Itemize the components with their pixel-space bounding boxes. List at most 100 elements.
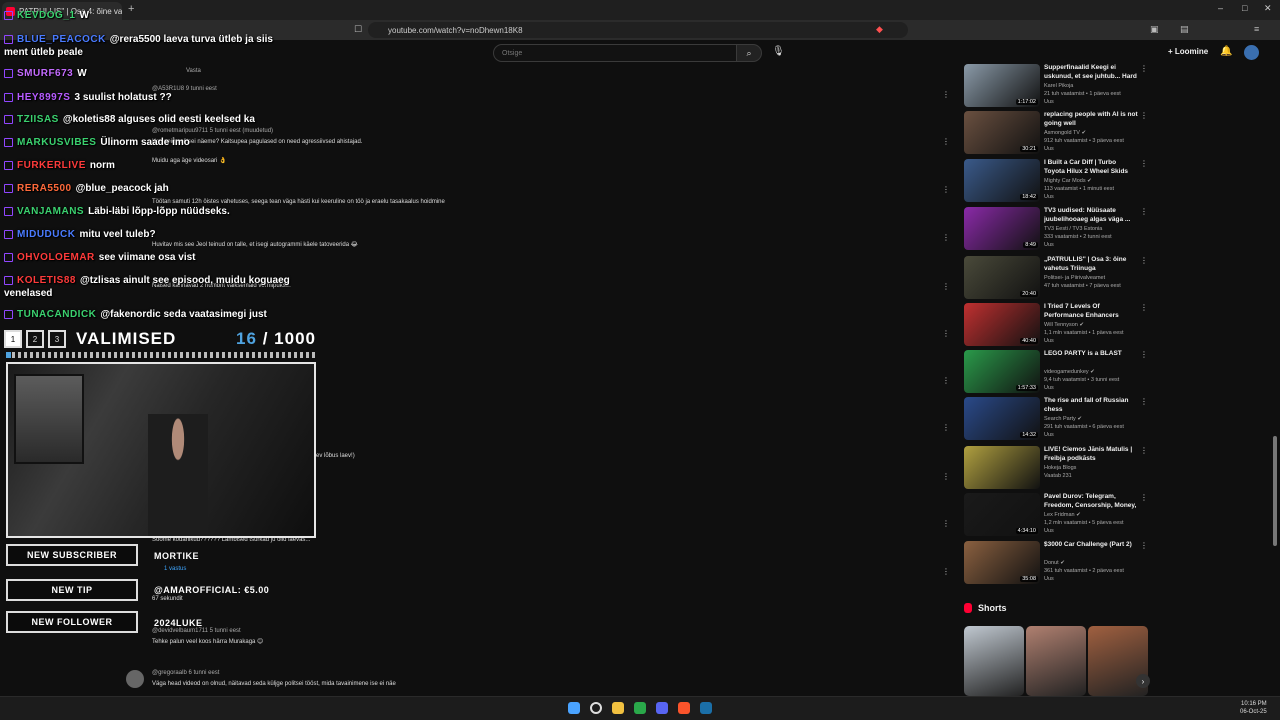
video-title[interactable]: TV3 uudised: Nüüsaate juubelihooaeg alga… bbox=[1044, 207, 1138, 224]
more-options-icon[interactable]: ⋮ bbox=[1140, 446, 1148, 455]
video-channel[interactable]: Search Party ✔ bbox=[1044, 416, 1082, 422]
video-card[interactable]: 35:08 $3000 Car Challenge (Part 2) Donut ✔… bbox=[964, 541, 1150, 585]
video-card[interactable]: 20:40 „PATRULLIS" | Osa 3: öine vahetus T… bbox=[964, 256, 1150, 300]
video-channel[interactable]: Politsei- ja Piirivalveamet bbox=[1044, 275, 1105, 281]
search-input[interactable]: Otsige bbox=[493, 44, 737, 62]
video-thumbnail[interactable]: 14:32 bbox=[964, 397, 1040, 440]
video-thumbnail[interactable]: 8:49 bbox=[964, 207, 1040, 250]
close-window-button[interactable]: ✕ bbox=[1264, 3, 1272, 14]
video-card[interactable]: 4:34:10 Pavel Durov: Telegram, Freedom, C… bbox=[964, 493, 1150, 537]
video-thumbnail[interactable]: 35:08 bbox=[964, 541, 1040, 584]
video-channel[interactable]: videogamedunkey ✔ bbox=[1044, 369, 1095, 375]
video-thumbnail[interactable]: 40:40 bbox=[964, 303, 1040, 346]
video-title[interactable]: I Tried 7 Levels Of Performance Enhancer… bbox=[1044, 303, 1138, 320]
comment-options-icon[interactable]: ⋮ bbox=[942, 185, 950, 194]
video-channel[interactable]: Will Tennyson ✔ bbox=[1044, 322, 1084, 328]
video-thumbnail[interactable]: 1:17:02 bbox=[964, 64, 1040, 107]
video-card[interactable]: 14:32 The rise and fall of Russian chess S… bbox=[964, 397, 1150, 441]
video-duration: 18:42 bbox=[1020, 194, 1038, 200]
windows-start-icon[interactable] bbox=[568, 702, 580, 714]
video-thumbnail[interactable]: 4:34:10 bbox=[964, 493, 1040, 536]
video-card[interactable]: 8:49 TV3 uudised: Nüüsaate juubelihooaeg … bbox=[964, 207, 1150, 251]
search-button[interactable]: ⌕ bbox=[736, 44, 762, 62]
video-title[interactable]: replacing people with AI is not going we… bbox=[1044, 111, 1138, 128]
more-options-icon[interactable]: ⋮ bbox=[1140, 159, 1148, 168]
more-options-icon[interactable]: ⋮ bbox=[1140, 493, 1148, 502]
chat-text: 3 suulist holatust ?? bbox=[74, 91, 172, 103]
video-card[interactable]: 18:42 I Built a Car Diff | Turbo Toyota H… bbox=[964, 159, 1150, 203]
bookmark-icon[interactable]: ☐ bbox=[354, 24, 362, 35]
notifications-icon[interactable]: 🔔 bbox=[1220, 46, 1232, 57]
comment-options-icon[interactable]: ⋮ bbox=[942, 376, 950, 385]
video-card[interactable]: 1:17:02 Supperfinaalid Keegi ei uskunud, … bbox=[964, 64, 1150, 108]
brave-shield-icon[interactable]: ◆ bbox=[876, 24, 883, 35]
video-title[interactable]: Pavel Durov: Telegram, Freedom, Censorsh… bbox=[1044, 493, 1138, 510]
discord-icon[interactable] bbox=[656, 702, 668, 714]
video-thumbnail[interactable]: 18:42 bbox=[964, 159, 1040, 202]
video-card[interactable]: LIVE! Ciemos Jānis Matulis | Freibja pod… bbox=[964, 446, 1150, 490]
video-title[interactable]: I Built a Car Diff | Turbo Toyota Hilux … bbox=[1044, 159, 1138, 176]
comment-options-icon[interactable]: ⋮ bbox=[942, 519, 950, 528]
video-thumbnail[interactable]: 1:57:33 bbox=[964, 350, 1040, 393]
video-card[interactable]: 40:40 I Tried 7 Levels Of Performance Enh… bbox=[964, 303, 1150, 347]
more-options-icon[interactable]: ⋮ bbox=[1140, 111, 1148, 120]
sidebar-toggle-icon[interactable]: ▤ bbox=[1180, 24, 1189, 35]
video-channel[interactable]: Karel Pikoja bbox=[1044, 83, 1073, 89]
create-button[interactable]: + Loomine bbox=[1168, 47, 1208, 56]
maximize-button[interactable]: □ bbox=[1242, 3, 1247, 13]
video-thumbnail[interactable]: 20:40 bbox=[964, 256, 1040, 299]
more-options-icon[interactable]: ⋮ bbox=[1140, 397, 1148, 406]
comment-reply[interactable]: Vasta bbox=[186, 68, 201, 74]
video-title[interactable]: LEGO PARTY is a BLAST bbox=[1044, 350, 1138, 359]
minimize-button[interactable]: – bbox=[1218, 3, 1223, 13]
video-thumbnail[interactable] bbox=[964, 446, 1040, 489]
comment-options-icon[interactable]: ⋮ bbox=[942, 567, 950, 576]
video-channel[interactable]: Lex Fridman ✔ bbox=[1044, 512, 1081, 518]
comment-options-icon[interactable]: ⋮ bbox=[942, 423, 950, 432]
video-channel[interactable]: Mighty Car Mods ✔ bbox=[1044, 178, 1092, 184]
comment-options-icon[interactable]: ⋮ bbox=[942, 472, 950, 481]
file-explorer-icon[interactable] bbox=[612, 702, 624, 714]
scrollbar[interactable] bbox=[1273, 436, 1277, 546]
avatar[interactable] bbox=[1244, 45, 1259, 60]
extensions-icon[interactable]: ▣ bbox=[1150, 24, 1159, 35]
comment-options-icon[interactable]: ⋮ bbox=[942, 137, 950, 146]
short-thumbnail[interactable] bbox=[964, 626, 1024, 696]
short-thumbnail[interactable] bbox=[1026, 626, 1086, 696]
video-channel[interactable]: Donut ✔ bbox=[1044, 560, 1065, 566]
video-title[interactable]: $3000 Car Challenge (Part 2) bbox=[1044, 541, 1138, 550]
search-icon[interactable] bbox=[590, 702, 602, 714]
more-options-icon[interactable]: ⋮ bbox=[1140, 207, 1148, 216]
more-options-icon[interactable]: ⋮ bbox=[1140, 256, 1148, 265]
video-title[interactable]: „PATRULLIS" | Osa 3: öine vahetus Triinu… bbox=[1044, 256, 1138, 273]
new-tab-button[interactable]: + bbox=[128, 3, 134, 15]
more-options-icon[interactable]: ⋮ bbox=[1140, 350, 1148, 359]
video-thumbnail[interactable]: 30:21 bbox=[964, 111, 1040, 154]
video-card[interactable]: 30:21 replacing people with AI is not goi… bbox=[964, 111, 1150, 155]
video-title[interactable]: LIVE! Ciemos Jānis Matulis | Freibja pod… bbox=[1044, 446, 1138, 463]
video-channel[interactable]: Hokeja Blogs bbox=[1044, 465, 1076, 471]
video-title[interactable]: Supperfinaalid Keegi ei uskunud, et see … bbox=[1044, 64, 1138, 81]
replies-toggle[interactable]: 1 vastus bbox=[164, 566, 186, 572]
app-icon[interactable] bbox=[634, 702, 646, 714]
comment-options-icon[interactable]: ⋮ bbox=[942, 282, 950, 291]
video-channel[interactable]: Asmongold TV ✔ bbox=[1044, 130, 1086, 136]
comment-options-icon[interactable]: ⋮ bbox=[942, 90, 950, 99]
comment-options-icon[interactable]: ⋮ bbox=[942, 233, 950, 242]
comment-options-icon[interactable]: ⋮ bbox=[942, 329, 950, 338]
more-options-icon[interactable]: ⋮ bbox=[1140, 64, 1148, 73]
shorts-next-button[interactable]: › bbox=[1136, 674, 1150, 688]
menu-icon[interactable]: ≡ bbox=[1254, 24, 1259, 34]
twitch-badge-icon bbox=[4, 275, 13, 285]
system-clock[interactable]: 10:16 PM 06-Oct-25 bbox=[1240, 700, 1267, 716]
steam-icon[interactable] bbox=[700, 702, 712, 714]
more-options-icon[interactable]: ⋮ bbox=[1140, 541, 1148, 550]
brave-browser-icon[interactable] bbox=[678, 702, 690, 714]
comment-text: ev lõbus laev!) bbox=[316, 453, 355, 459]
address-bar[interactable]: youtube.com/watch?v=noDhewn18K8 bbox=[368, 22, 908, 38]
video-card[interactable]: 1:57:33 LEGO PARTY is a BLAST videogamedun… bbox=[964, 350, 1150, 394]
video-channel[interactable]: TV3 Eesti / TV3 Estonia bbox=[1044, 226, 1102, 232]
video-title[interactable]: The rise and fall of Russian chess bbox=[1044, 397, 1138, 414]
microphone-icon[interactable]: 🎙 bbox=[772, 46, 785, 57]
more-options-icon[interactable]: ⋮ bbox=[1140, 303, 1148, 312]
